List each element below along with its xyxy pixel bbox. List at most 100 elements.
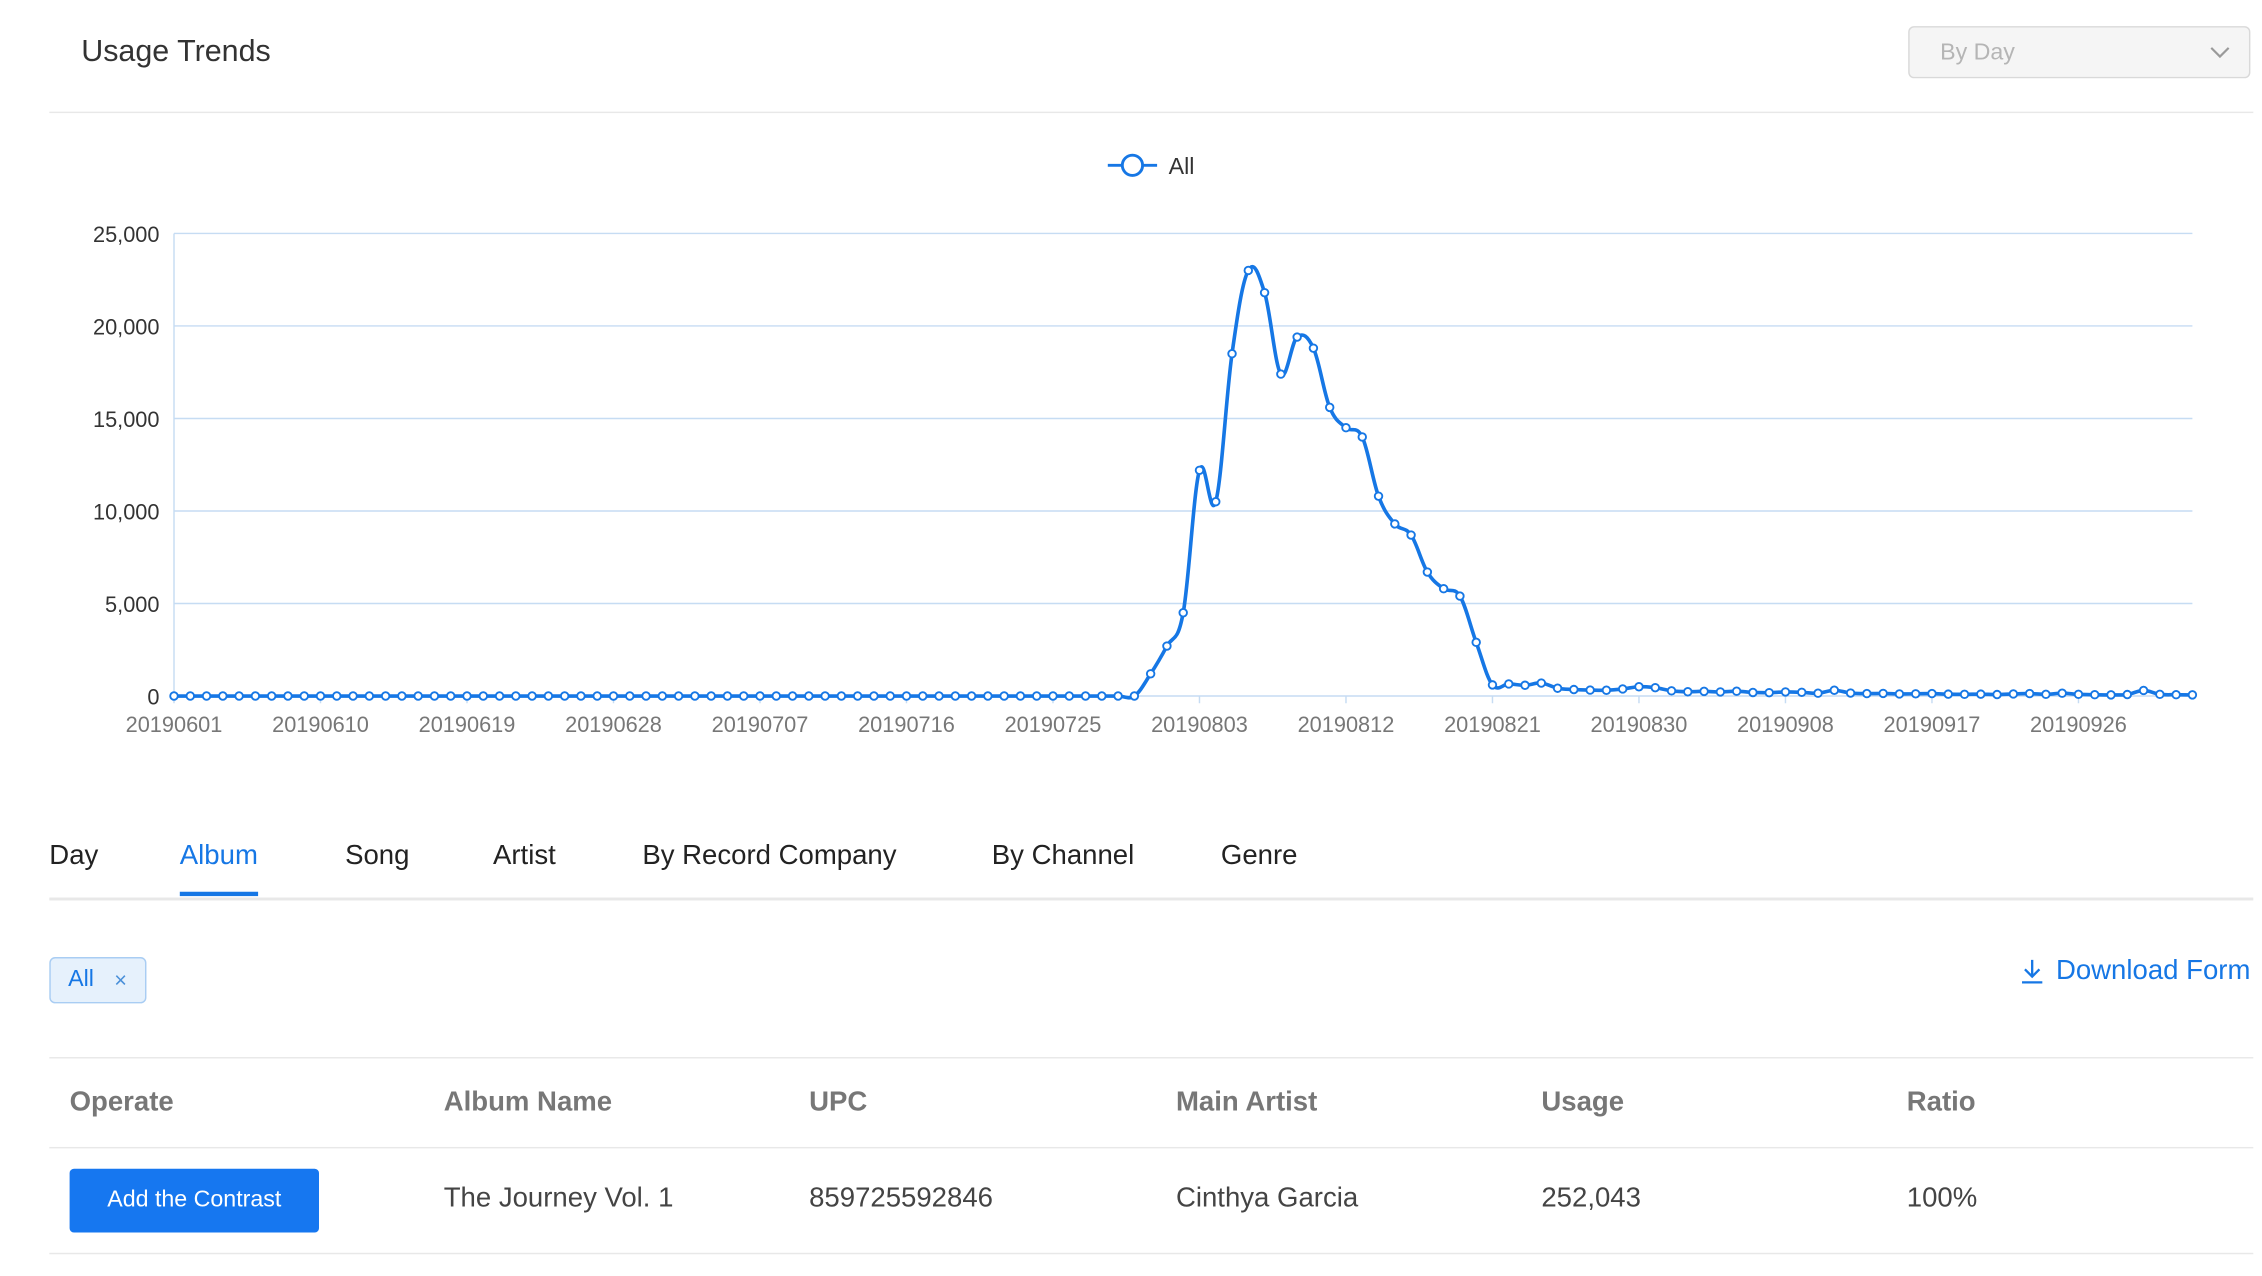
x-tick-label: 20190707 xyxy=(712,712,809,737)
data-point xyxy=(1487,680,1498,690)
series-line-all xyxy=(174,264,2193,700)
data-point xyxy=(1992,689,2002,700)
data-point xyxy=(673,691,684,701)
data-point xyxy=(1194,465,1205,475)
y-tick-label: 15,000 xyxy=(93,407,160,432)
data-point xyxy=(1015,691,1026,701)
data-point xyxy=(1471,637,1481,648)
data-point xyxy=(1585,685,1595,695)
column-header-operate: Operate xyxy=(69,1087,174,1118)
data-point xyxy=(1390,519,1400,529)
data-point xyxy=(1959,689,1970,700)
data-point xyxy=(1845,688,1856,698)
data-point xyxy=(169,691,179,701)
usage-cell: 252,043 xyxy=(1541,1183,1641,1214)
tab-artist[interactable]: Artist xyxy=(493,841,556,892)
data-point xyxy=(901,691,912,701)
data-point xyxy=(511,691,521,701)
data-point xyxy=(397,691,407,701)
data-point xyxy=(2106,690,2116,700)
data-point xyxy=(1715,687,1726,697)
table-header: Operate Album Name UPC Main Artist Usage… xyxy=(49,1059,2254,1149)
x-tick-label: 20190908 xyxy=(1737,712,1834,737)
data-point xyxy=(1097,691,1107,701)
data-point xyxy=(332,691,342,701)
data-point xyxy=(1211,497,1221,507)
data-point xyxy=(1780,687,1791,697)
data-point xyxy=(429,691,440,701)
data-point xyxy=(1894,689,1905,699)
data-point xyxy=(1324,402,1335,413)
data-point xyxy=(1259,287,1270,298)
data-point xyxy=(820,691,830,701)
data-point xyxy=(1080,691,1091,701)
data-point xyxy=(1276,369,1286,379)
y-tick-label: 25,000 xyxy=(93,222,160,247)
data-point xyxy=(771,691,781,701)
data-point xyxy=(950,691,961,701)
close-icon[interactable]: × xyxy=(114,968,127,993)
download-form-label: Download Form xyxy=(2055,955,2251,987)
data-point xyxy=(2041,689,2051,700)
data-point xyxy=(315,691,326,701)
x-tick-label: 20190725 xyxy=(1005,712,1102,737)
filter-tag-all: All × xyxy=(49,957,146,1004)
data-point xyxy=(2138,685,2149,696)
data-point xyxy=(1064,691,1074,701)
tab-day[interactable]: Day xyxy=(49,841,98,892)
data-point xyxy=(852,691,863,701)
x-tick-label: 20190917 xyxy=(1884,712,1981,737)
tab-song[interactable]: Song xyxy=(345,841,409,892)
tab-by-record-company[interactable]: By Record Company xyxy=(642,841,896,892)
x-tick-label: 20190812 xyxy=(1298,712,1395,737)
data-point xyxy=(1227,349,1237,359)
x-tick-label: 20190628 xyxy=(565,712,662,737)
download-form-link[interactable]: Download Form xyxy=(2020,955,2251,988)
tab-genre[interactable]: Genre xyxy=(1221,841,1298,892)
data-point xyxy=(1569,684,1579,695)
page-title: Usage Trends xyxy=(81,34,271,69)
data-point xyxy=(1536,678,1547,688)
column-header-ratio: Ratio xyxy=(1906,1087,1976,1118)
data-point xyxy=(885,691,895,701)
tab-album[interactable]: Album xyxy=(179,841,258,897)
data-point xyxy=(1927,688,1937,699)
tab-by-channel[interactable]: By Channel xyxy=(992,841,1134,892)
data-point xyxy=(2073,689,2084,700)
data-point xyxy=(1910,689,1921,699)
data-point xyxy=(1764,687,1774,698)
data-point xyxy=(1292,332,1302,342)
y-tick-label: 5,000 xyxy=(105,592,159,617)
album-table: Operate Album Name UPC Main Artist Usage… xyxy=(49,1057,2254,1255)
data-point xyxy=(413,691,423,701)
main-artist-cell: Cinthya Garcia xyxy=(1175,1183,1359,1214)
data-point xyxy=(446,691,456,701)
data-point xyxy=(1048,691,1058,701)
data-point xyxy=(1862,688,1872,699)
data-point xyxy=(1650,682,1660,693)
data-point xyxy=(1748,687,1758,698)
add-the-contrast-button[interactable]: Add the Contrast xyxy=(69,1168,319,1233)
x-tick-label: 20190619 xyxy=(419,712,516,737)
data-point xyxy=(1243,265,1254,276)
tab-bar: Day Album Song Artist By Record Company … xyxy=(49,821,2254,901)
legend-marker xyxy=(1120,153,1145,177)
period-select-value: By Day xyxy=(1940,40,2015,66)
column-header-usage: Usage xyxy=(1541,1087,1625,1118)
table-row: Add the Contrast The Journey Vol. 1 8597… xyxy=(49,1148,2254,1255)
data-point xyxy=(576,691,586,701)
data-point xyxy=(185,691,195,701)
data-point xyxy=(804,691,814,701)
data-point xyxy=(1666,686,1677,696)
period-select[interactable]: By Day xyxy=(1908,26,2251,79)
y-tick-label: 20,000 xyxy=(93,315,160,340)
album-name-cell: The Journey Vol. 1 xyxy=(443,1183,674,1214)
data-point xyxy=(1683,687,1693,697)
data-point xyxy=(1601,685,1612,695)
data-point xyxy=(283,691,293,701)
data-point xyxy=(1634,682,1644,692)
x-tick-label: 20190830 xyxy=(1591,712,1688,737)
filter-tag-label: All xyxy=(68,967,94,992)
data-point xyxy=(836,691,847,701)
data-point xyxy=(1829,685,1840,695)
